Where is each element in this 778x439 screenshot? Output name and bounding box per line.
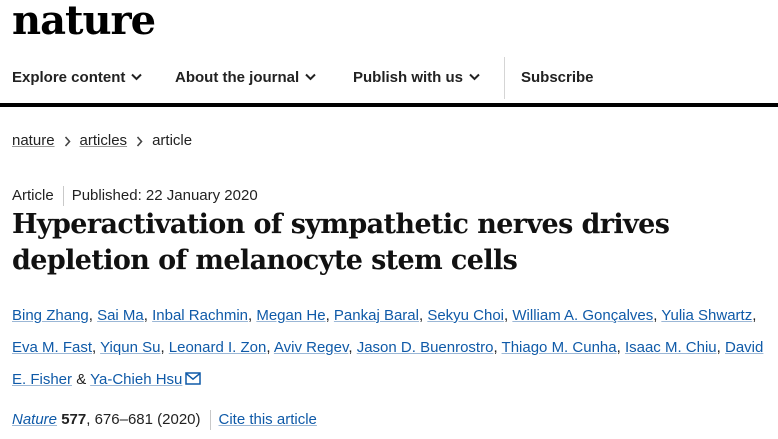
author-link[interactable]: Isaac M. Chiu [625,339,717,356]
published-date: Published: 22 January 2020 [71,187,258,204]
nature-logo[interactable]: nature [12,0,156,44]
author-link[interactable]: Yulia Shwartz [661,307,752,324]
author-separator: , [493,339,498,356]
author-separator: , [92,339,97,356]
nav-subscribe[interactable]: Subscribe [521,57,594,99]
author-separator: , [418,307,424,324]
journal-link[interactable]: Nature [12,411,57,428]
author-link[interactable]: Aviv Regev [274,339,348,356]
nav-publish-with-us[interactable]: Publish with us [353,57,480,99]
article-type: Article [12,187,54,204]
chevron-down-icon [469,73,480,81]
author-link[interactable]: Thiago M. Cunha [502,339,617,356]
author-link[interactable]: Pankaj Baral [334,307,419,324]
author-separator: , [248,307,253,324]
nav-label: Subscribe [521,69,594,86]
breadcrumb-link-articles[interactable]: articles [80,132,128,149]
author-separator: , [160,339,165,356]
main-nav: Explore content About the journal Publis… [0,57,778,107]
author-link[interactable]: Megan He [256,307,325,324]
author-separator: , [325,307,330,324]
author-separator: , [716,339,721,356]
citation-divider [209,410,211,431]
breadcrumb-link-nature[interactable]: nature [12,132,55,149]
nav-explore-content[interactable]: Explore content [12,57,143,99]
author-link[interactable]: Eva M. Fast [12,339,92,356]
citation: Nature 577, 676–681 (2020) Cite this arti… [12,409,317,431]
chevron-down-icon [305,73,316,81]
chevron-right-icon [136,135,143,147]
author-separator: , [504,307,509,324]
pages-year: , 676–681 (2020) [86,411,201,428]
nav-about-journal[interactable]: About the journal [175,57,316,99]
author-link[interactable]: Ya-Chieh Hsu [90,371,182,388]
nav-divider [504,57,505,99]
author-separator: , [616,339,621,356]
author-link[interactable]: Leonard I. Zon [169,339,267,356]
author-and: & [76,371,87,388]
author-link[interactable]: Sekyu Choi [427,307,504,324]
nav-label: Explore content [12,69,126,86]
author-separator: , [143,307,148,324]
cite-article-link[interactable]: Cite this article [219,411,317,428]
author-separator: , [348,339,353,356]
author-link[interactable]: Jason D. Buenrostro [357,339,494,356]
author-separator: , [653,307,658,324]
author-link[interactable]: Sai Ma [97,307,144,324]
breadcrumb-current: article [152,132,193,149]
author-separator: , [266,339,271,356]
author-separator: , [88,307,93,324]
author-link[interactable]: Bing Zhang [12,307,89,324]
volume: 577 [61,411,87,428]
chevron-down-icon [131,73,143,81]
author-link[interactable]: Inbal Rachmin [152,307,248,324]
article-meta: Article Published: 22 January 2020 [12,186,258,207]
author-link[interactable]: Yiqun Su [100,339,160,356]
author-list: Bing Zhang, Sai Ma, Inbal Rachmin, Megan… [12,300,772,396]
article-title: Hyperactivation of sympathetic nerves dr… [12,209,670,276]
meta-divider [62,186,64,207]
author-separator: , [752,307,757,324]
nav-label: About the journal [175,69,300,86]
envelope-icon[interactable] [185,371,202,385]
nav-label: Publish with us [353,69,464,86]
chevron-right-icon [64,135,71,147]
author-link[interactable]: William A. Gonçalves [512,307,653,324]
breadcrumb: nature articles article [12,130,192,152]
